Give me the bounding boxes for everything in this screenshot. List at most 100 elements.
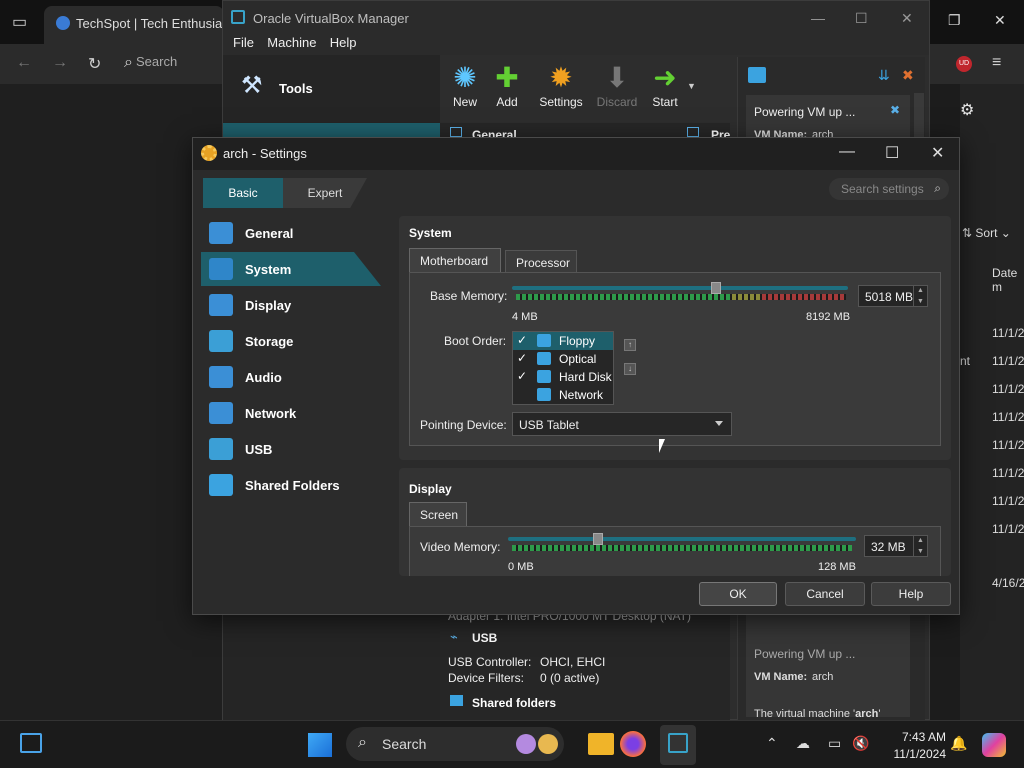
nav-item-storage[interactable]: Storage (201, 324, 381, 358)
techspot-favicon-icon (56, 16, 70, 30)
clock-time[interactable]: 7:43 AM (896, 730, 946, 744)
browser-tab[interactable]: TechSpot | Tech Enthusiasts (44, 6, 224, 44)
date-column-header[interactable]: Date m (992, 266, 1024, 294)
spin-arrows-icon[interactable]: ▲ ▼ (913, 285, 927, 307)
minimize-icon[interactable]: — (839, 143, 855, 161)
mode-switch: Basic Expert (203, 178, 367, 208)
nav-item-usb[interactable]: USB (201, 432, 381, 466)
tab-motherboard[interactable]: Motherboard (409, 248, 501, 272)
file-date: 11/1/2 (992, 382, 1024, 396)
start-button[interactable]: ➜ Start (639, 61, 691, 117)
usb-controller-value: OHCI, EHCI (540, 655, 606, 669)
move-up-icon[interactable]: ↑ (624, 339, 636, 351)
minimize-icon[interactable]: — (811, 10, 825, 26)
hard-disk-icon (537, 370, 551, 383)
firefox-icon[interactable] (620, 731, 646, 757)
close-icon[interactable]: ✕ (901, 10, 913, 27)
boot-item-hard-disk[interactable]: ✓ Hard Disk (513, 368, 613, 386)
boot-item-floppy[interactable]: ✓ Floppy (513, 332, 613, 350)
start-icon[interactable] (308, 733, 332, 757)
tools-item[interactable]: ⚒ Tools (223, 55, 440, 123)
base-memory-spinbox[interactable]: 5018 MB ▲ ▼ (858, 285, 928, 307)
base-memory-value: 5018 MB (865, 290, 914, 304)
nav-item-label: USB (245, 442, 273, 457)
settings-gear-icon[interactable]: ⚙ (960, 100, 974, 120)
sort-button[interactable]: ⇅ Sort ⌄ (962, 226, 1011, 240)
base-memory-slider[interactable] (512, 282, 848, 300)
nav-item-label: Display (245, 298, 292, 313)
taskbar-search[interactable]: ⌕ Search (346, 727, 564, 761)
tab-screen[interactable]: Screen (409, 502, 467, 526)
restore-icon[interactable]: ❐ (948, 12, 961, 29)
shared-folders-section-header[interactable]: Shared folders (472, 696, 556, 710)
base-memory-slider-thumb[interactable] (711, 282, 721, 294)
nav-item-general[interactable]: General (201, 216, 381, 250)
start-dropdown-icon[interactable]: ▼ (687, 81, 696, 91)
nav-item-shared-folders[interactable]: Shared Folders (201, 468, 381, 502)
add-button[interactable]: ✚ Add (481, 61, 533, 117)
copilot-icon[interactable] (982, 733, 1006, 757)
tab-processor[interactable]: Processor (505, 250, 577, 272)
video-memory-slider[interactable] (508, 533, 856, 551)
pointing-device-label: Pointing Device: (420, 418, 507, 432)
nav-item-audio[interactable]: Audio (201, 360, 381, 394)
menu-icon[interactable]: ≡ (992, 54, 1001, 72)
vm-name-value: arch (812, 671, 834, 683)
chevron-up-icon[interactable]: ⌃ (766, 735, 778, 752)
menu-help[interactable]: Help (330, 35, 357, 50)
search-settings-input[interactable]: Search settings ⌕ (829, 178, 949, 200)
ok-button[interactable]: OK (699, 582, 777, 606)
slider-track (512, 286, 848, 290)
shared-folders-icon (209, 474, 233, 496)
mode-basic-button[interactable]: Basic (203, 178, 283, 208)
nav-item-system[interactable]: System (201, 252, 381, 286)
toolbar-label: Discard (596, 95, 638, 109)
tools-icon: ⚒ (241, 72, 263, 99)
boot-order-list[interactable]: ✓ Floppy ✓ Optical ✓ Hard Disk Network (512, 331, 614, 405)
close-icon[interactable]: ✕ (931, 143, 944, 163)
dismiss-notification-icon[interactable]: ✖ (890, 103, 900, 117)
clear-notifications-icon[interactable]: ✖ (902, 67, 914, 84)
menu-file[interactable]: File (233, 35, 254, 50)
widgets-icon[interactable] (20, 733, 42, 753)
usb-section-header[interactable]: USB (472, 631, 497, 645)
notification-bell-icon[interactable]: 🔔 (950, 735, 967, 752)
help-button[interactable]: Help (871, 582, 951, 606)
mode-expert-button[interactable]: Expert (283, 178, 367, 208)
checkbox[interactable]: ✓ (517, 369, 527, 383)
pointing-device-select[interactable]: USB Tablet (512, 412, 732, 436)
sort-notifications-icon[interactable]: ⇊ (878, 67, 890, 84)
boot-item-optical[interactable]: ✓ Optical (513, 350, 613, 368)
clock-date[interactable]: 11/1/2024 (886, 747, 947, 761)
nav-item-network[interactable]: Network (201, 396, 381, 430)
boot-item-network[interactable]: Network (513, 386, 613, 404)
close-icon[interactable]: ✕ (994, 12, 1006, 29)
reload-icon[interactable]: ↻ (88, 54, 101, 74)
menu-machine[interactable]: Machine (267, 35, 316, 50)
video-memory-spinbox[interactable]: 32 MB ▲ ▼ (864, 535, 928, 557)
video-memory-slider-thumb[interactable] (593, 533, 603, 545)
general-icon (209, 222, 233, 244)
checkbox[interactable]: ✓ (517, 333, 527, 347)
spin-arrows-icon[interactable]: ▲ ▼ (913, 535, 927, 557)
move-down-icon[interactable]: ↓ (624, 363, 636, 375)
tab-actions-icon[interactable]: ▭ (12, 12, 27, 32)
cancel-button[interactable]: Cancel (785, 582, 865, 606)
onedrive-icon[interactable]: ☁ (796, 735, 810, 752)
maximize-icon[interactable]: ☐ (885, 143, 899, 163)
settings-button[interactable]: ✹ Settings (535, 61, 587, 117)
base-memory-max: 8192 MB (806, 311, 851, 323)
volume-mute-icon[interactable]: 🔇 (852, 735, 869, 752)
back-icon[interactable]: ← (16, 54, 32, 72)
file-explorer-icon[interactable] (588, 733, 614, 755)
forward-icon[interactable]: → (52, 54, 68, 72)
address-bar[interactable]: Search (136, 54, 177, 69)
maximize-icon[interactable]: ☐ (855, 10, 868, 27)
display-icon[interactable]: ▭ (828, 735, 841, 752)
notification-center-icon[interactable] (748, 67, 766, 83)
vbox-logo-icon (231, 10, 245, 24)
checkbox[interactable]: ✓ (517, 351, 527, 365)
nav-item-display[interactable]: Display (201, 288, 381, 322)
settings-gear-icon (201, 145, 217, 161)
extension-icon[interactable]: UD (956, 56, 972, 72)
